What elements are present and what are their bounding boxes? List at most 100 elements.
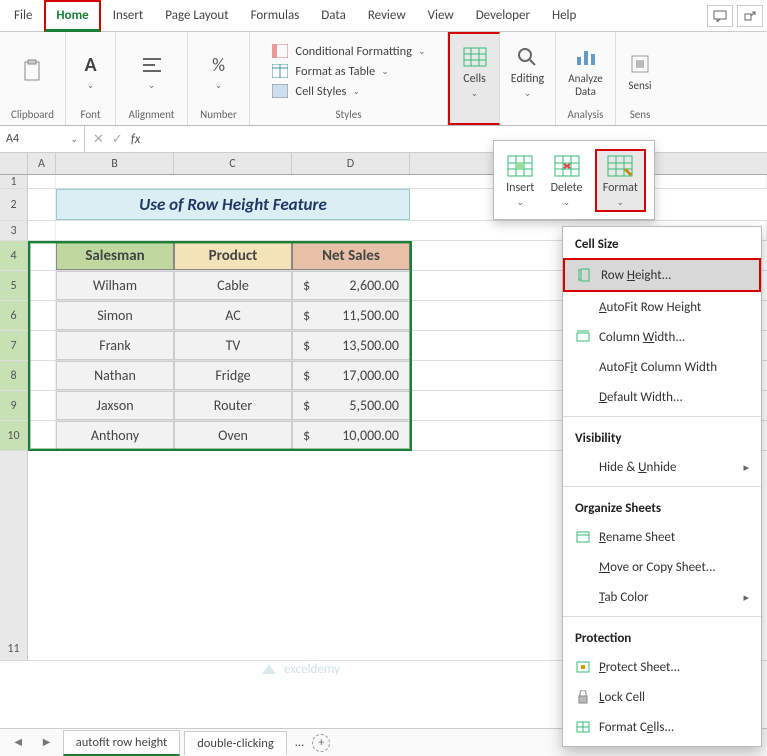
tab-formulas[interactable]: Formulas [241, 2, 310, 29]
menu-tab-color[interactable]: Tab Color▸ [563, 582, 761, 612]
analyze-icon [573, 44, 599, 70]
table-cell[interactable]: Jaxson [56, 391, 174, 420]
group-label: Clipboard [11, 106, 54, 123]
menu-row-height[interactable]: Row Height... [563, 258, 761, 292]
table-cell[interactable]: $10,000.00 [292, 421, 410, 450]
header-product[interactable]: Product [174, 241, 292, 270]
table-cell[interactable]: $5,500.00 [292, 391, 410, 420]
row-5[interactable]: 5 [0, 271, 28, 300]
menu-autofit-row[interactable]: AutoFit Row Height [563, 292, 761, 322]
menu-format-cells[interactable]: Format Cells... [563, 712, 761, 742]
ribbon: Clipboard A⌄ Font ⌄ Alignment %⌄ Number … [0, 32, 767, 126]
chevron-right-icon: ▸ [743, 461, 749, 474]
row-1[interactable]: 1 [0, 175, 28, 188]
insert-button[interactable]: Insert⌄ [502, 151, 538, 210]
table-cell[interactable]: Fridge [174, 361, 292, 390]
delete-icon [554, 153, 580, 179]
fx-accept-icon[interactable]: ✓ [112, 132, 123, 147]
row-10[interactable]: 10 [0, 421, 28, 450]
clipboard-icon [20, 58, 46, 84]
select-all[interactable] [0, 153, 28, 174]
comments-icon[interactable] [707, 5, 733, 27]
add-sheet-button[interactable]: + [312, 734, 330, 752]
table-cell[interactable]: AC [174, 301, 292, 330]
font-button[interactable]: A⌄ [74, 50, 108, 93]
tab-insert[interactable]: Insert [103, 2, 154, 29]
fx-icon[interactable]: fx [131, 132, 141, 147]
row-height-icon [577, 267, 593, 283]
row-2[interactable]: 2 [0, 189, 28, 220]
menu-col-width[interactable]: Column Width... [563, 322, 761, 352]
table-cell[interactable]: TV [174, 331, 292, 360]
header-netsales[interactable]: Net Sales [292, 241, 410, 270]
tab-help[interactable]: Help [542, 2, 586, 29]
menu-protect-sheet[interactable]: Protect Sheet... [563, 652, 761, 682]
row-8[interactable]: 8 [0, 361, 28, 390]
row-3[interactable]: 3 [0, 221, 28, 240]
format-as-table[interactable]: Format as Table ⌄ [271, 63, 425, 79]
tab-data[interactable]: Data [311, 2, 356, 29]
format-dropdown-menu: Cell Size Row Height... AutoFit Row Heig… [562, 226, 762, 747]
sheet-tab-1[interactable]: autofit row height [63, 730, 180, 756]
number-button[interactable]: %⌄ [202, 50, 236, 93]
table-cell[interactable]: Frank [56, 331, 174, 360]
group-clipboard: Clipboard [0, 32, 66, 125]
tab-file[interactable]: File [4, 2, 42, 29]
tab-pagelayout[interactable]: Page Layout [155, 2, 238, 29]
row-9[interactable]: 9 [0, 391, 28, 420]
editing-button[interactable]: Editing⌄ [507, 42, 548, 101]
alignment-button[interactable]: ⌄ [135, 50, 169, 93]
fx-decline-icon[interactable]: ✕ [93, 132, 104, 147]
name-box[interactable]: A4⌄ [0, 126, 85, 152]
share-icon[interactable] [737, 5, 763, 27]
delete-button[interactable]: Delete⌄ [547, 151, 587, 210]
col-B[interactable]: B [56, 153, 174, 174]
menu-section-visibility: Visibility [563, 421, 761, 452]
tab-home[interactable]: Home [44, 0, 100, 32]
table-cell[interactable]: Nathan [56, 361, 174, 390]
header-salesman[interactable]: Salesman [56, 241, 174, 270]
conditional-formatting[interactable]: Conditional Formatting ⌄ [271, 43, 425, 59]
table-cell[interactable]: Cable [174, 271, 292, 300]
table-cell[interactable]: Simon [56, 301, 174, 330]
sheet-tabs-more[interactable]: ... [291, 735, 308, 750]
tab-nav-next[interactable]: ► [34, 735, 58, 750]
cells-button[interactable]: Cells⌄ [458, 42, 492, 101]
format-button[interactable]: Format⌄ [595, 149, 646, 212]
tab-view[interactable]: View [418, 2, 464, 29]
row-6[interactable]: 6 [0, 301, 28, 330]
table-cell[interactable]: Oven [174, 421, 292, 450]
menu-autofit-col[interactable]: AutoFit Column Width [563, 352, 761, 382]
tab-review[interactable]: Review [358, 2, 416, 29]
menu-lock-cell[interactable]: Lock Cell [563, 682, 761, 712]
row-4[interactable]: 4 [0, 241, 28, 270]
analyze-button[interactable]: Analyze Data [562, 42, 609, 100]
alignment-icon [139, 52, 165, 78]
menu-hide-unhide[interactable]: Hide & Unhide▸ [563, 452, 761, 482]
table-cell[interactable]: Anthony [56, 421, 174, 450]
group-number: %⌄ Number [188, 32, 250, 125]
title-cell[interactable]: Use of Row Height Feature [56, 189, 410, 220]
table-cell[interactable]: $17,000.00 [292, 361, 410, 390]
col-C[interactable]: C [174, 153, 292, 174]
clipboard-button[interactable] [16, 56, 50, 86]
table-cell[interactable]: $13,500.00 [292, 331, 410, 360]
table-cell[interactable]: $11,500.00 [292, 301, 410, 330]
tab-developer[interactable]: Developer [466, 2, 540, 29]
table-cell[interactable]: Wilham [56, 271, 174, 300]
col-D[interactable]: D [292, 153, 410, 174]
sensitivity-button[interactable]: Sensi [623, 49, 657, 94]
row-7[interactable]: 7 [0, 331, 28, 360]
sheet-tab-2[interactable]: double-clicking [184, 731, 287, 755]
chevron-right-icon: ▸ [743, 591, 749, 604]
tab-nav-prev[interactable]: ◄ [6, 735, 30, 750]
cell-styles[interactable]: Cell Styles ⌄ [271, 83, 425, 99]
row-11[interactable]: 11 [0, 451, 28, 660]
table-cell[interactable]: Router [174, 391, 292, 420]
menu-move-copy[interactable]: Move or Copy Sheet... [563, 552, 761, 582]
menu-rename-sheet[interactable]: Rename Sheet [563, 522, 761, 552]
table-cell[interactable]: $2,600.00 [292, 271, 410, 300]
menu-default-width[interactable]: Default Width... [563, 382, 761, 412]
col-A[interactable]: A [28, 153, 56, 174]
group-sensitivity: Sensi Sens [616, 32, 664, 125]
